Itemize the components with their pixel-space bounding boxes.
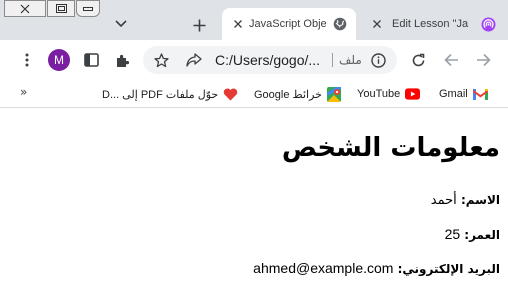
page-content: معلومات الشخص الاسم: أحمد العمر: 25 البر… [0, 109, 508, 289]
field-name: الاسم: أحمد [431, 193, 500, 208]
youtube-icon [405, 87, 421, 102]
tab-search-button[interactable] [112, 15, 130, 33]
new-tab-button[interactable] [189, 15, 209, 35]
tab-javascript-object[interactable]: JavaScript Obje [222, 8, 356, 40]
field-age: العمر: 25 [445, 226, 500, 243]
bookmark-youtube[interactable]: YouTube [357, 86, 421, 102]
bookmark-label: حوّل ملفات PDF إلى ...D [102, 88, 219, 101]
file-scheme-label: ملف [339, 53, 362, 67]
back-button[interactable] [441, 50, 461, 70]
omnibox[interactable]: C:/Users/gogo/... ملف [143, 46, 397, 74]
tab-edit-lesson[interactable]: Edit Lesson "Ja [361, 8, 508, 40]
info-icon [370, 52, 386, 68]
heart-icon [223, 87, 238, 102]
address-bar-url[interactable]: C:/Users/gogo/... [215, 52, 320, 68]
field-label: البريد الإلكتروني: [397, 262, 500, 276]
maps-icon [327, 86, 342, 102]
arrow-right-icon [476, 53, 491, 67]
bookmark-star-button[interactable] [151, 50, 171, 70]
bookmark-label: Gmail [439, 88, 468, 100]
forward-button[interactable] [473, 50, 493, 70]
close-window-button[interactable] [4, 0, 46, 17]
bookmark-label: خرائط Google [254, 88, 322, 101]
field-label: العمر: [464, 228, 500, 242]
field-value: أحمد [430, 193, 457, 208]
kebab-menu-icon [25, 53, 29, 67]
more-bookmarks-chevron-icon[interactable]: » [20, 85, 27, 99]
tab-label: JavaScript Obje [249, 18, 327, 30]
restore-icon [55, 4, 67, 13]
tab-label: Edit Lesson "Ja [392, 18, 469, 30]
close-icon [373, 20, 381, 28]
field-value: ahmed@example.com [253, 260, 394, 276]
profile-avatar[interactable]: M [48, 49, 70, 71]
minimize-window-button[interactable] [76, 0, 100, 17]
site-info-button[interactable] [368, 50, 388, 70]
side-panel-button[interactable] [81, 50, 101, 70]
bookmark-pdf-convert[interactable]: حوّل ملفات PDF إلى ...D [102, 86, 238, 102]
field-email: البريد الإلكتروني: ahmed@example.com [253, 260, 500, 277]
avatar-letter: M [54, 53, 64, 67]
chevron-down-icon [115, 20, 127, 28]
tab-close-button[interactable] [370, 17, 384, 31]
podcast-icon [480, 16, 496, 32]
share-button[interactable] [184, 50, 204, 70]
bookmark-gmail[interactable]: Gmail [439, 86, 488, 102]
field-value: 25 [444, 226, 461, 242]
bookmark-google-maps[interactable]: خرائط Google [254, 86, 342, 102]
reload-button[interactable] [408, 50, 428, 70]
bookmark-label: YouTube [357, 88, 401, 100]
close-icon [20, 4, 30, 13]
menu-kebab-button[interactable] [17, 50, 37, 70]
close-icon [234, 20, 242, 28]
reload-icon [412, 53, 424, 66]
side-panel-icon [83, 53, 99, 67]
tab-close-button[interactable] [231, 17, 245, 31]
extensions-button[interactable] [112, 50, 132, 70]
arrow-left-icon [443, 53, 458, 67]
page-title: معلومات الشخص [281, 133, 500, 163]
field-label: الاسم: [460, 193, 500, 207]
restore-window-button[interactable] [47, 0, 75, 17]
plus-icon [193, 19, 205, 31]
star-icon [153, 52, 169, 67]
puzzle-icon [116, 54, 129, 67]
browser-toolbar: M C:/Users/gogo/... ملف [0, 40, 508, 80]
minimize-icon [83, 6, 93, 11]
share-icon [186, 53, 202, 67]
tab-strip: JavaScript Obje Edit Lesson "Ja [0, 0, 508, 40]
globe-icon [332, 16, 348, 32]
gmail-icon [472, 87, 488, 102]
omnibox-divider [332, 53, 333, 67]
bookmarks-bar: » حوّل ملفات PDF إلى ...D خرائط Google Y… [0, 80, 508, 108]
